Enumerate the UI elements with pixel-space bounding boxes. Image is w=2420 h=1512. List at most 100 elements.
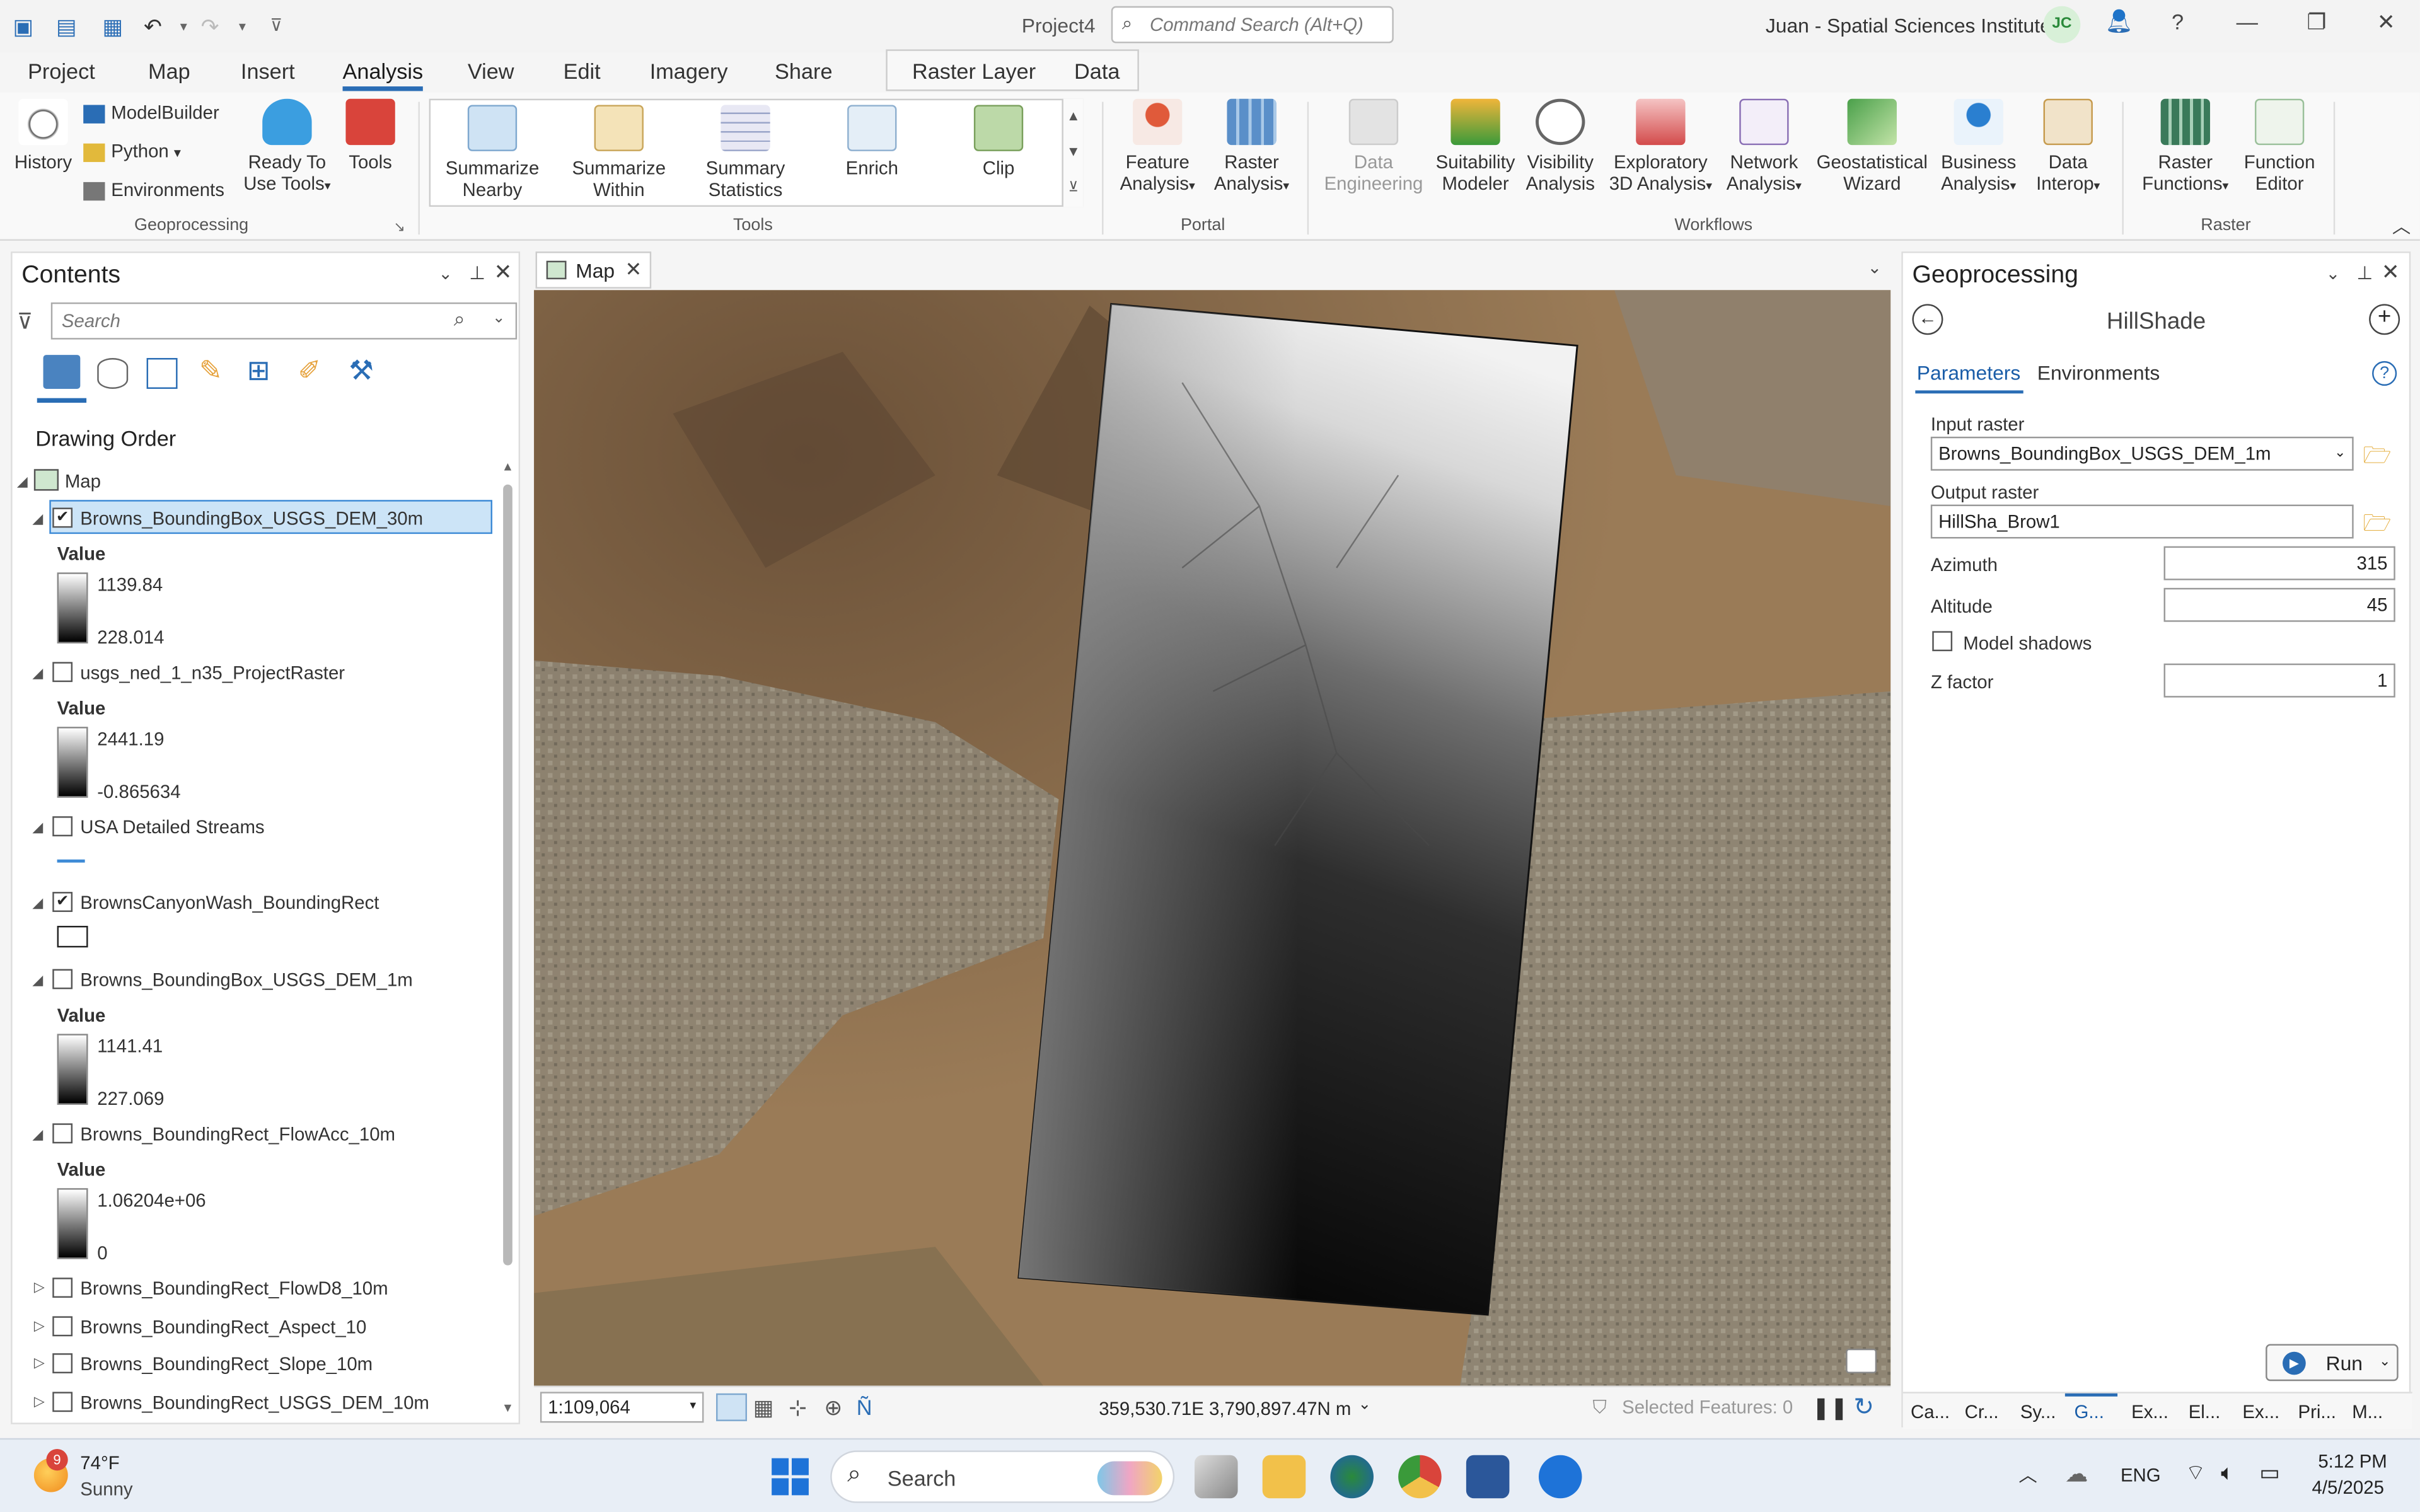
grid-icon[interactable]: ▦ xyxy=(753,1395,773,1421)
back-icon[interactable]: ← xyxy=(1912,304,1943,335)
list-by-snapping-icon[interactable]: ⊞ xyxy=(247,355,270,387)
close-pane-icon[interactable]: ✕ xyxy=(494,259,512,286)
layer-visibility-checkbox[interactable] xyxy=(52,816,73,836)
browse-folder-icon[interactable]: 🗁 xyxy=(2363,507,2392,546)
layer-name[interactable]: BrownsCanyonWash_BoundingRect xyxy=(80,892,379,913)
data-engineering-button[interactable]: Data Engineering xyxy=(1321,98,1426,194)
map-view[interactable] xyxy=(534,290,1891,1386)
clock-time[interactable]: 5:12 PM xyxy=(2318,1450,2387,1472)
visibility-analysis-button[interactable]: Visibility Analysis xyxy=(1519,98,1602,194)
show-hidden-icons[interactable]: ︿ xyxy=(2018,1462,2037,1488)
list-by-perspective-icon[interactable]: ⚒ xyxy=(349,355,374,387)
input-raster-dropdown[interactable]: Browns_BoundingBox_USGS_DEM_1m ⌄ xyxy=(1930,436,2354,471)
layer-name[interactable]: Browns_BoundingRect_USGS_DEM_10m xyxy=(80,1392,429,1413)
layer-name[interactable]: Browns_BoundingRect_FlowAcc_10m xyxy=(80,1123,395,1145)
chrome-icon[interactable] xyxy=(1398,1455,1442,1499)
function-editor-button[interactable]: Function Editor xyxy=(2235,98,2324,194)
rotate-icon[interactable]: ⊹ xyxy=(789,1395,807,1421)
tab-environments[interactable]: Environments xyxy=(2037,361,2160,384)
summary-statistics-button[interactable]: Summary Statistics xyxy=(695,105,797,200)
layer-expand-icon[interactable]: ◢ xyxy=(32,665,43,682)
pause-drawing-icon[interactable]: ❚❚ xyxy=(1812,1395,1848,1421)
layer-collapse-icon[interactable]: ▷ xyxy=(34,1318,45,1335)
layer-name[interactable]: usgs_ned_1_n35_ProjectRaster xyxy=(80,662,345,683)
layer-visibility-checkbox[interactable]: ✔ xyxy=(52,892,73,912)
layer-visibility-checkbox[interactable] xyxy=(52,1316,73,1337)
collapse-ribbon-icon[interactable]: ︿ xyxy=(2392,213,2411,239)
tab-view[interactable]: View xyxy=(468,59,514,83)
layer-collapse-icon[interactable]: ▷ xyxy=(34,1394,45,1411)
environments-button[interactable]: Environments xyxy=(83,179,224,200)
avatar[interactable]: JC xyxy=(2043,6,2081,43)
scrollbar-thumb[interactable] xyxy=(503,484,512,1266)
map-view-tab[interactable]: Map ✕ xyxy=(535,251,652,289)
layer-visibility-checkbox[interactable]: ✔ xyxy=(52,507,73,528)
run-button[interactable]: ▶ Run ⌄ xyxy=(2266,1344,2399,1382)
data-interop-button[interactable]: Data Interop▾ xyxy=(2025,98,2111,198)
arcgis-pro-icon[interactable] xyxy=(1538,1455,1582,1499)
list-by-selection-icon[interactable] xyxy=(146,358,178,389)
taskbar-search[interactable]: ⌕ Search xyxy=(830,1450,1175,1503)
snapping-icon[interactable]: ⊕ xyxy=(824,1395,842,1421)
enrich-button[interactable]: Enrich xyxy=(821,105,923,179)
tab-edit[interactable]: Edit xyxy=(564,59,601,83)
layer-expand-icon[interactable]: ◢ xyxy=(32,895,43,912)
gallery-scroll[interactable]: ▲ ▼ ⊻ xyxy=(1062,98,1084,207)
list-by-labeling-icon[interactable]: ✐ xyxy=(298,355,321,387)
altitude-field[interactable]: 45 xyxy=(2163,587,2395,622)
attribution-icon[interactable] xyxy=(1846,1348,1877,1373)
azimuth-field[interactable]: 315 xyxy=(2163,546,2395,580)
pane-options-icon[interactable]: ⌄ xyxy=(2326,264,2341,284)
onedrive-icon[interactable]: ☁ xyxy=(2065,1460,2088,1488)
pane-options-icon[interactable]: ⌄ xyxy=(438,264,453,284)
gallery-expand-icon[interactable]: ⊻ xyxy=(1063,170,1084,205)
browse-folder-icon[interactable]: 🗁 xyxy=(2363,440,2392,478)
layer-visibility-checkbox[interactable] xyxy=(52,969,73,990)
model-shadows-checkbox[interactable] xyxy=(1932,631,1953,652)
gallery-up-icon[interactable]: ▲ xyxy=(1063,99,1084,134)
suitability-modeler-button[interactable]: Suitability Modeler xyxy=(1426,98,1525,194)
python-button[interactable]: Python ▾ xyxy=(83,141,181,164)
layer-collapse-icon[interactable]: ▷ xyxy=(34,1279,45,1296)
redo-dropdown-icon[interactable]: ▾ xyxy=(228,13,256,40)
layer-collapse-icon[interactable]: ▷ xyxy=(34,1355,45,1372)
list-by-editing-icon[interactable]: ✎ xyxy=(199,355,223,387)
save-project-icon[interactable]: ▦ xyxy=(99,13,127,40)
selected-features-count[interactable]: Selected Features: 0 xyxy=(1622,1397,1793,1418)
undo-dropdown-icon[interactable]: ▾ xyxy=(170,13,197,40)
tab-analysis[interactable]: Analysis xyxy=(342,59,424,91)
help-icon[interactable]: ? xyxy=(2372,361,2397,386)
layer-visibility-checkbox[interactable] xyxy=(52,1392,73,1412)
wifi-icon[interactable]: ⌔ xyxy=(2186,1460,2206,1487)
new-project-icon[interactable]: ▣ xyxy=(9,13,37,40)
word-icon[interactable] xyxy=(1466,1455,1510,1499)
tab-imagery[interactable]: Imagery xyxy=(650,59,728,83)
layer-expand-icon[interactable]: ◢ xyxy=(32,972,43,989)
z-factor-field[interactable]: 1 xyxy=(2163,663,2395,698)
exploratory-3d-analysis-button[interactable]: Exploratory 3D Analysis▾ xyxy=(1599,98,1722,198)
clip-button[interactable]: Clip xyxy=(947,105,1050,179)
undo-icon[interactable]: ↶ xyxy=(139,13,166,40)
map-node-label[interactable]: Map xyxy=(65,471,101,492)
close-icon[interactable]: ✕ xyxy=(2369,9,2403,36)
layer-visibility-checkbox[interactable] xyxy=(52,662,73,683)
dialog-launcher-icon[interactable]: ↘ xyxy=(393,219,405,236)
tab-parameters[interactable]: Parameters xyxy=(1917,361,2021,384)
tab-map[interactable]: Map xyxy=(148,59,190,83)
business-analysis-button[interactable]: Business Analysis▾ xyxy=(1932,98,2025,198)
north-arrow-icon[interactable]: Ñ xyxy=(857,1395,872,1419)
map-expand-icon[interactable]: ◢ xyxy=(17,474,28,491)
feature-analysis-button[interactable]: Feature Analysis▾ xyxy=(1111,98,1204,198)
history-button[interactable]: History xyxy=(9,98,78,173)
layer-expand-icon[interactable]: ◢ xyxy=(32,819,43,836)
geostatistical-wizard-button[interactable]: Geostatistical Wizard xyxy=(1809,98,1935,194)
dock-tab-more[interactable]: M... xyxy=(2352,1401,2383,1423)
layer-name[interactable]: Browns_BoundingRect_Slope_10m xyxy=(80,1353,373,1375)
redo-icon[interactable]: ↷ xyxy=(196,13,224,40)
dock-tab-catalog[interactable]: Ca... xyxy=(1911,1401,1950,1423)
dock-tab-print[interactable]: Pri... xyxy=(2298,1401,2336,1423)
volume-icon[interactable]: 🔈︎ xyxy=(2221,1460,2234,1486)
start-icon[interactable] xyxy=(772,1458,809,1496)
tab-share[interactable]: Share xyxy=(775,59,832,83)
raster-functions-button[interactable]: Raster Functions▾ xyxy=(2133,98,2238,198)
